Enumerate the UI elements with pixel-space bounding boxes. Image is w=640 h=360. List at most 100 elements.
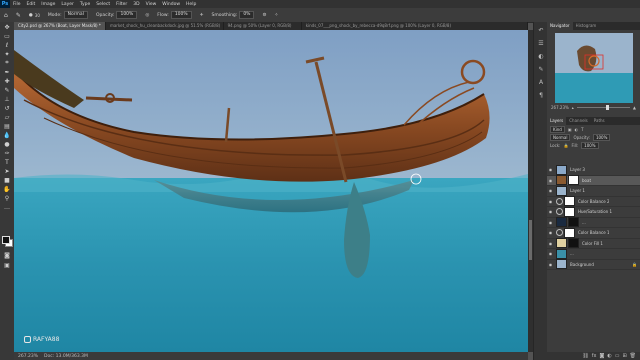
menu-edit[interactable]: Edit: [24, 2, 39, 7]
navigator-zoom-slider[interactable]: [576, 104, 630, 110]
tab-histogram[interactable]: Histogram: [573, 22, 600, 30]
menu-view[interactable]: View: [143, 2, 160, 7]
layer-row[interactable]: ◉ Layer 1: [547, 185, 640, 197]
new-adjustment-icon[interactable]: ◐: [607, 353, 611, 359]
visibility-eye-icon[interactable]: ◉: [547, 178, 554, 183]
airbrush-icon[interactable]: ✈: [196, 13, 208, 18]
scrollbar-thumb[interactable]: [529, 220, 532, 260]
filter-adjust-icon[interactable]: ◐: [575, 127, 579, 132]
zoom-slider-knob[interactable]: [606, 104, 610, 110]
blur-icon[interactable]: 💧: [2, 131, 12, 139]
new-layer-icon[interactable]: ⊞: [622, 353, 626, 359]
delete-layer-icon[interactable]: 🗑: [630, 353, 636, 359]
symmetry-icon[interactable]: ✧: [271, 13, 283, 18]
crop-icon[interactable]: ⌗: [2, 59, 12, 67]
brush-panel-icon[interactable]: ✎: [536, 64, 546, 74]
visibility-eye-icon[interactable]: ◉: [547, 199, 554, 204]
layer-row[interactable]: ◉ Color Balance 1: [547, 227, 640, 239]
menu-help[interactable]: Help: [183, 2, 199, 7]
navigator-preview[interactable]: [554, 33, 633, 103]
zoom-icon[interactable]: ⚲: [2, 194, 12, 202]
smoothing-field[interactable]: 0%: [239, 11, 255, 19]
foreground-color-swatch[interactable]: [2, 236, 10, 244]
brush-icon[interactable]: ✎: [2, 86, 12, 94]
character-panel-icon[interactable]: A: [536, 77, 546, 87]
clone-stamp-icon[interactable]: ⊥: [2, 95, 12, 103]
tab-city2[interactable]: City2.psd @ 267% (Boat, Layer Mask/8) *: [14, 22, 106, 30]
pen-icon[interactable]: ✑: [2, 149, 12, 157]
layer-mask-thumbnail[interactable]: [564, 206, 575, 217]
layer-row[interactable]: ◉ boat: [547, 175, 640, 186]
adjustments-panel-icon[interactable]: ◐: [536, 51, 546, 61]
layer-row[interactable]: ◉ Color Balance 2: [547, 196, 640, 207]
visibility-eye-icon[interactable]: ◉: [547, 230, 554, 235]
smoothing-settings-icon[interactable]: ⚙: [258, 13, 270, 18]
type-icon[interactable]: T: [2, 158, 12, 166]
tab-paths[interactable]: Paths: [591, 117, 608, 125]
path-select-icon[interactable]: ➤: [2, 167, 12, 175]
home-icon[interactable]: ⌂: [0, 12, 12, 19]
tab-channels[interactable]: Channels: [566, 117, 591, 125]
menu-image[interactable]: Image: [38, 2, 58, 7]
dodge-icon[interactable]: ●: [2, 140, 12, 148]
layer-mask-thumbnail[interactable]: [568, 217, 579, 228]
history-brush-icon[interactable]: ↺: [2, 104, 12, 112]
brush-preset-icon[interactable]: ✎: [12, 12, 25, 19]
gradient-icon[interactable]: ▤: [2, 122, 12, 130]
marquee-icon[interactable]: ▭: [2, 32, 12, 40]
tab-94[interactable]: 94.png @ 50% (Layer 0, RGB/8): [224, 22, 302, 30]
screen-mode-icon[interactable]: ▣: [2, 261, 12, 269]
menu-file[interactable]: File: [10, 2, 24, 7]
layer-mask-thumbnail[interactable]: [564, 227, 575, 238]
menu-select[interactable]: Select: [93, 2, 113, 7]
document-canvas[interactable]: RAFYA88: [14, 30, 528, 352]
filter-pixel-icon[interactable]: ▣: [568, 127, 572, 132]
tab-market-shock[interactable]: market_shock_hu_cleanbackdock.jpg @ 51.5…: [106, 22, 224, 30]
layer-mask-thumbnail[interactable]: [568, 175, 579, 186]
hand-icon[interactable]: ✋: [2, 185, 12, 193]
layer-mask-thumbnail[interactable]: [564, 196, 575, 207]
zoom-in-icon[interactable]: ▲: [633, 105, 636, 110]
photoshop-logo[interactable]: Ps: [0, 0, 10, 8]
brush-size-icon[interactable]: ● 30: [25, 13, 44, 18]
navigator-zoom-value[interactable]: 267.23%: [551, 105, 569, 110]
eyedropper-icon[interactable]: ✒: [2, 68, 12, 76]
filter-type-icon[interactable]: T: [581, 127, 583, 132]
visibility-eye-icon[interactable]: ◉: [547, 241, 554, 246]
lasso-icon[interactable]: ℓ: [2, 41, 12, 49]
zoom-readout[interactable]: 267.23%: [18, 354, 38, 359]
paragraph-panel-icon[interactable]: ¶: [536, 90, 546, 100]
layer-row[interactable]: ◉ Background 🔒: [547, 259, 640, 270]
add-mask-icon[interactable]: ◙: [599, 353, 604, 359]
layer-row[interactable]: ◉...: [547, 217, 640, 228]
shape-icon[interactable]: ■: [2, 176, 12, 184]
visibility-eye-icon[interactable]: ◉: [547, 209, 554, 214]
visibility-eye-icon[interactable]: ◉: [547, 220, 554, 225]
menu-type[interactable]: Type: [77, 2, 93, 7]
move-icon[interactable]: ✥: [2, 23, 12, 31]
healing-icon[interactable]: ✚: [2, 77, 12, 85]
opacity-field[interactable]: 100%: [116, 11, 138, 19]
lock-icon[interactable]: 🔒: [563, 143, 568, 148]
link-layers-icon[interactable]: ⛓: [582, 353, 588, 359]
visibility-eye-icon[interactable]: ◉: [547, 262, 554, 267]
properties-panel-icon[interactable]: ☰: [536, 38, 546, 48]
visibility-eye-icon[interactable]: ◉: [547, 188, 554, 193]
menu-filter[interactable]: Filter: [113, 2, 130, 7]
mode-select[interactable]: Normal: [63, 11, 88, 19]
visibility-eye-icon[interactable]: ◉: [547, 251, 554, 256]
quick-select-icon[interactable]: ✦: [2, 50, 12, 58]
eraser-icon[interactable]: ▱: [2, 113, 12, 121]
tab-kinds-07[interactable]: kinds_07___png_shock_by_rebecca-d9q8rf.p…: [302, 22, 528, 30]
pressure-opacity-icon[interactable]: ◎: [141, 13, 153, 18]
menu-3d[interactable]: 3D: [130, 2, 142, 7]
visibility-eye-icon[interactable]: ◉: [547, 167, 554, 172]
layer-row[interactable]: ◉ Layer 3: [547, 164, 640, 176]
flow-field[interactable]: 100%: [170, 11, 192, 19]
more-icon[interactable]: …: [2, 203, 12, 211]
layer-row[interactable]: ◉...: [547, 248, 640, 260]
tab-layers[interactable]: Layers: [547, 117, 567, 125]
fx-icon[interactable]: fx: [592, 353, 597, 359]
new-group-icon[interactable]: ▭: [615, 353, 620, 359]
menu-window[interactable]: Window: [159, 2, 183, 7]
